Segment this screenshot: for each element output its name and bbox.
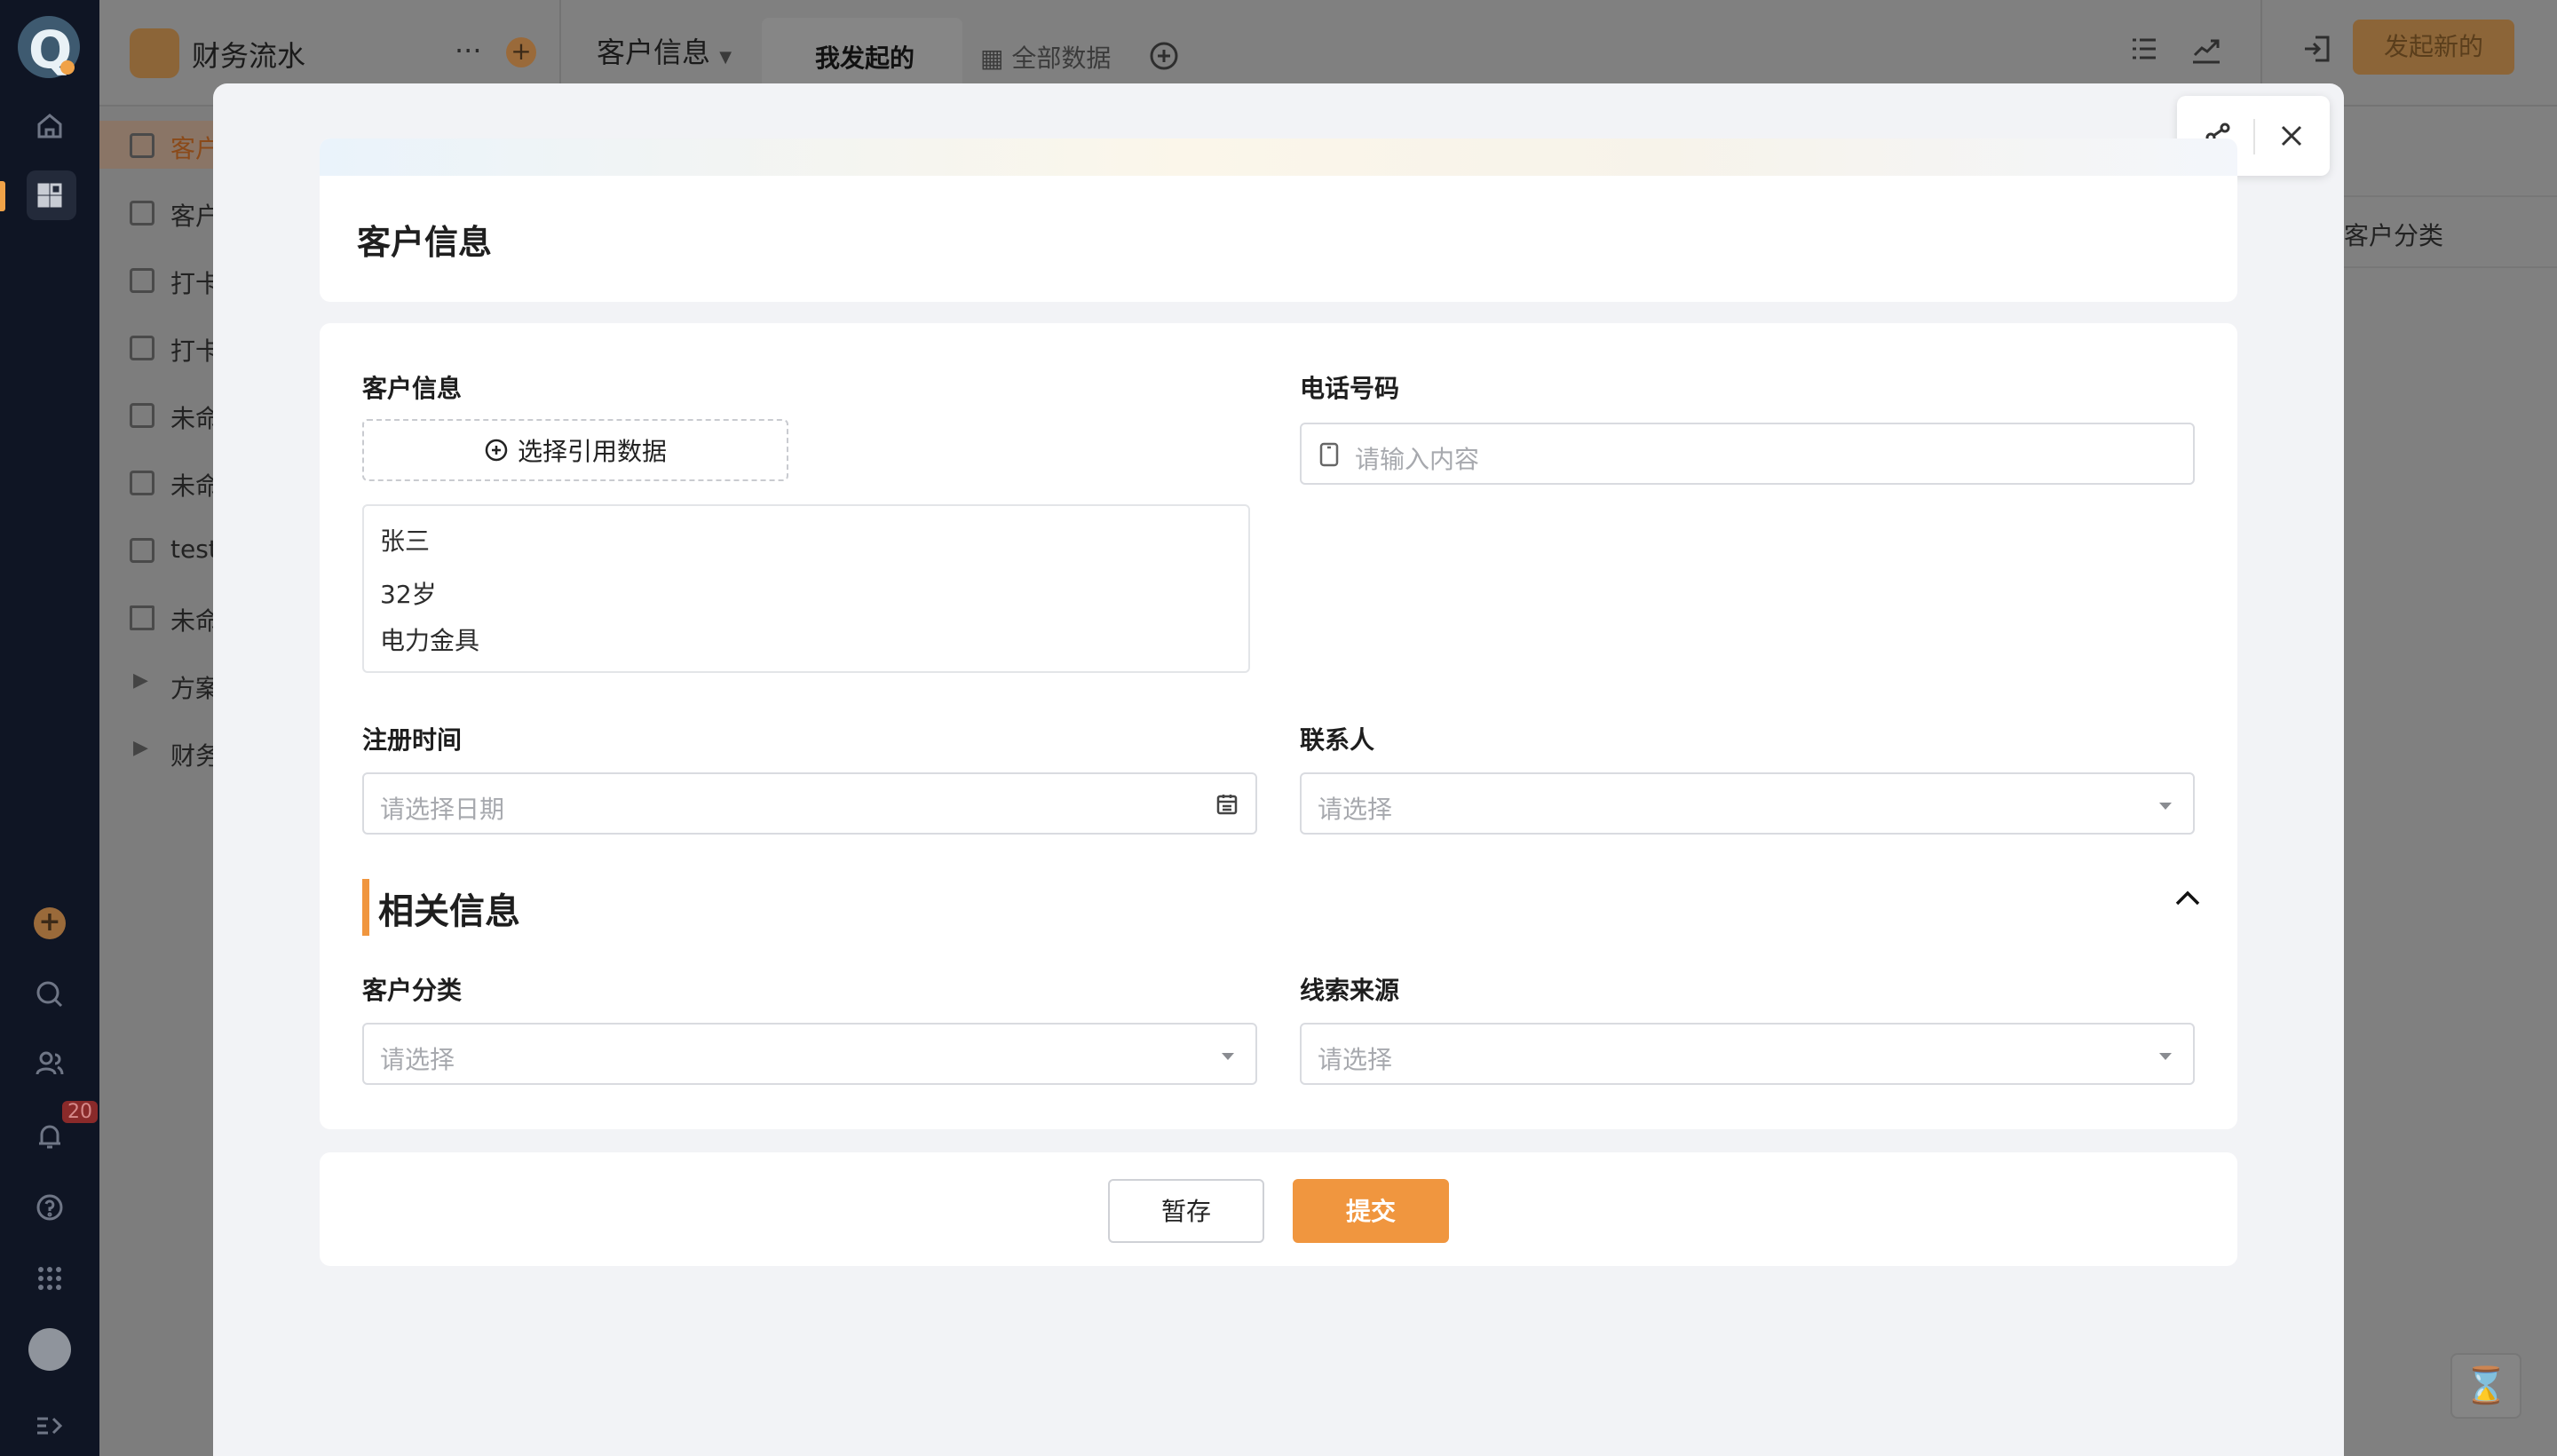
table-panel: 客户分类 [2344,107,2557,1456]
phone-label: 电话号码 [1300,374,1400,403]
form-icon [130,538,154,563]
search-icon[interactable] [30,975,69,1014]
lead-source-label: 线索来源 [1300,976,1400,1005]
app-logo[interactable]: Q [18,16,80,80]
chevron-down-icon [2159,803,2172,810]
customer-category-label: 客户分类 [362,976,463,1005]
form-icon [130,403,154,428]
phone-input[interactable]: 请输入内容 [1300,423,2195,485]
form-icon [130,471,154,495]
start-new-button[interactable]: 发起新的 [2353,20,2514,75]
rail-active-marker [0,181,5,211]
header-gradient [320,138,2237,176]
record-name: 张三 [380,526,431,556]
chevron-down-icon [1222,1053,1234,1060]
select-reference-label: 选择引用数据 [517,437,667,466]
section-accent-bar [362,879,369,936]
form-icon [130,336,154,360]
phone-icon [1318,442,1341,471]
contact-placeholder: 请选择 [1318,795,1393,824]
expand-sidebar-icon[interactable] [30,1406,69,1445]
chevron-down-icon [2159,1053,2172,1060]
form-card: 客户信息 选择引用数据 张三 32岁 电力金具 电话号码 请输入内容 注册时间 … [320,323,2237,1129]
column-header: 客户分类 [2344,221,2444,250]
reference-record-card[interactable]: 张三 32岁 电力金具 [362,504,1250,673]
app-title: 财务流水 [192,39,306,73]
add-icon[interactable]: + [34,907,66,939]
customer-category-select[interactable]: 请选择 [362,1023,1257,1085]
contact-select[interactable]: 请选择 [1300,772,2195,835]
users-icon[interactable] [30,1044,69,1083]
tab-all-data[interactable]: ▦ 全部数据 [980,39,1111,75]
divider [2253,119,2255,154]
form-actions-card: 暂存 提交 [320,1152,2237,1266]
sidebar [99,107,217,1456]
register-time-label: 注册时间 [362,725,463,755]
close-icon[interactable] [2269,114,2314,158]
chevron-up-icon[interactable] [2172,882,2207,918]
dashboard-icon [130,605,154,630]
home-icon[interactable] [30,107,69,146]
apps-grid-icon[interactable] [30,176,69,215]
app-rail: Q + 20 [0,0,99,1456]
table-header: 客户分类 [2344,195,2557,268]
record-company: 电力金具 [380,626,480,655]
list-icon[interactable] [2122,27,2166,71]
record-age: 32岁 [380,580,437,609]
add-form-button[interactable]: + [506,37,536,67]
phone-placeholder: 请输入内容 [1355,445,1480,474]
form-title-card: 客户信息 [320,138,2237,302]
login-icon[interactable] [2294,27,2339,71]
tab-customer-info[interactable]: 客户信息 ▼ [597,30,732,71]
submit-button[interactable]: 提交 [1293,1179,1449,1243]
avatar[interactable] [28,1328,71,1371]
date-placeholder: 请选择日期 [380,795,505,824]
section-title: 相关信息 [378,891,520,932]
customer-info-label: 客户信息 [362,374,463,403]
calendar-icon [1215,792,1239,820]
contact-label: 联系人 [1300,725,1375,755]
caret-right-icon: ▶ [133,669,148,692]
save-draft-button[interactable]: 暂存 [1108,1179,1264,1243]
hourglass-icon[interactable]: ⌛ [2450,1353,2521,1419]
lead-source-placeholder: 请选择 [1318,1045,1393,1074]
add-view-icon[interactable] [1142,34,1186,78]
page-title: 客户信息 [357,223,493,262]
trend-chart-icon[interactable] [2184,27,2228,71]
form-icon [130,201,154,226]
app-launcher-icon[interactable] [30,1259,69,1298]
more-icon[interactable]: ··· [455,34,482,67]
bell-icon[interactable] [30,1117,69,1156]
form-icon [130,268,154,293]
money-bag-icon [130,28,179,78]
select-reference-button[interactable]: 选择引用数据 [362,419,788,481]
lead-source-select[interactable]: 请选择 [1300,1023,2195,1085]
date-picker[interactable]: 请选择日期 [362,772,1257,835]
form-icon [130,133,154,158]
plus-circle-icon [485,439,508,462]
caret-right-icon: ▶ [133,737,148,759]
category-placeholder: 请选择 [380,1045,455,1074]
notification-badge: 20 [62,1101,98,1123]
help-icon[interactable] [30,1188,69,1227]
